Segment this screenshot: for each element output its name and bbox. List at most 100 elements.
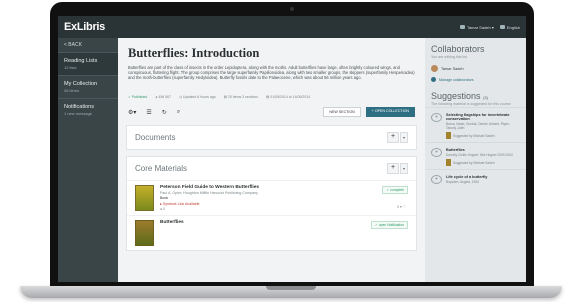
suggestions-count: (3) [483,95,488,100]
book-thumbnail [446,132,451,139]
suggested-by: Suggested by Michael Sadeh [446,132,520,139]
language-label: English [506,24,520,30]
section-core-materials: Core Materials + ▾ Peterson Field Guide … [126,156,417,251]
app-logo[interactable]: ExLibris [64,21,105,33]
suggestion-meta: Barua, Maan; Gurdak, Daniel; Ahmed, Riya… [446,122,510,130]
avatar [431,65,438,72]
sidebar-item-reading-lists[interactable]: Reading Lists 12 lists [58,52,118,75]
item-title[interactable]: Peterson Field Guide to Western Butterfl… [160,185,408,190]
section-title: Documents [135,133,176,142]
item-body: Peterson Field Guide to Western Butterfl… [160,185,408,211]
section-title: Core Materials [135,164,188,173]
sidebar-item-label: Reading Lists [64,58,98,64]
refresh-icon[interactable]: ↻ [162,109,167,116]
laptop-hinge [266,286,316,290]
topbar-right: Tamar Sadeh ▾ English [459,24,520,30]
main-content: Butterflies: Introduction Butterflies ar… [118,38,425,282]
list-view-icon[interactable]: ☰ [146,109,151,116]
sidebar-item-count: 12 lists [64,65,77,70]
title-area: Butterflies: Introduction Butterflies ar… [118,38,425,99]
link-icon: ⚭ [431,148,442,157]
meta-items: ▤ 20 items 3 sections [223,95,258,99]
book-cover [135,185,154,211]
list-meta: ✓ Published ● 456 567 ◷ Updated 6 hours … [128,95,415,99]
suggestion-item[interactable]: ⚭ Selecting flagships for invertebrate c… [425,107,526,142]
search-icon[interactable]: ⌕ [177,109,180,116]
laptop-screen: ExLibris Tamar Sadeh ▾ English < BACK Re… [58,16,526,282]
toolbar-icons: ⚙▾ ☰ ↻ ⌕ [128,109,180,116]
suggested-by: Suggested by Michael Sadeh [446,159,520,166]
list-item[interactable]: Peterson Field Guide to Western Butterfl… [127,180,416,215]
manage-collaborators-link[interactable]: Manage collaborators [425,74,526,85]
toolbar-buttons: NEW SECTION + OPEN COLLECTION [323,107,415,117]
page-title: Butterflies: Introduction [128,46,260,60]
add-control: + ▾ [387,163,408,174]
suggestion-body: Selecting flagships for invertebrate con… [446,113,520,139]
link-icon: ⚭ [431,175,442,184]
book-thumbnail [446,159,451,166]
add-button[interactable]: + [387,132,399,143]
status-badge: ✓ complete [382,186,408,194]
link-icon: ⚭ [431,113,442,122]
user-menu[interactable]: Tamar Sadeh ▾ [459,24,494,30]
manage-label: Manage collaborators [439,77,474,82]
list-description: Butterflies are part of the class of ins… [128,65,415,80]
sidebar-item-label: Notifications [64,104,94,110]
sidebar-item-my-collection[interactable]: My Collection 36 items [58,75,118,98]
sidebar-item-count: 36 items [64,88,80,93]
back-link[interactable]: < BACK [58,38,118,52]
collaborators-title: Collaborators [431,44,485,54]
status-published: ✓ Published [128,95,148,99]
status-badge: ✓ open Notification [370,221,408,229]
settings-icon[interactable]: ⚙▾ [128,109,136,116]
suggestions-title: Suggestions (3) [425,85,526,101]
people-icon [431,77,436,82]
suggestion-body: Butterflies Dorothy Childs Hogner; Nils … [446,148,520,166]
user-name: Tamar Sadeh ▾ [466,24,494,30]
item-actions[interactable]: 0 ▾ ♡ [397,205,406,209]
language-menu[interactable]: English [499,24,520,30]
list-toolbar: ⚙▾ ☰ ↻ ⌕ NEW SECTION + OPEN COLLECTION [118,105,425,119]
suggestion-title: Selecting flagships for invertebrate con… [446,113,510,121]
chevron-down-icon[interactable]: ▾ [400,132,408,143]
suggestion-item[interactable]: ⚭ Butterflies Dorothy Childs Hogner; Nil… [425,142,526,169]
collaborator-row[interactable]: Tamar Sadeh [425,60,526,74]
top-bar: ExLibris Tamar Sadeh ▾ English [58,16,526,38]
item-type: Book [160,196,169,200]
suggestion-body: Life cycle of a butterfly Boysden, Angel… [446,175,520,184]
item-link[interactable]: ▸ Symbols Link Available [160,202,408,206]
sidebar: < BACK Reading Lists 12 lists My Collect… [58,38,118,282]
meta-dates: ▤ 01/05/2014 to 14/06/2014 [266,95,311,99]
section-header: Documents + ▾ [127,126,416,149]
camera-dot [290,7,294,11]
chevron-down-icon[interactable]: ▾ [400,163,408,174]
list-item[interactable]: Butterflies ✓ open Notification [127,215,416,250]
sidebar-item-label: My Collection [64,81,98,87]
add-control: + ▾ [387,132,408,143]
suggestion-title: Butterflies [446,148,465,152]
section-header: Core Materials + ▾ [127,157,416,180]
suggestion-meta: Boysden, Angela, 1954 [446,180,479,184]
suggestion-title: Life cycle of a butterfly [446,175,488,179]
meta-updated: ◷ Updated 6 hours ago [179,95,216,99]
sidebar-item-count: 1 new message [64,111,93,116]
laptop-base [20,286,562,298]
item-author: Paul A. Opler; Houghton Mifflin Harcourt… [160,191,258,195]
new-section-button[interactable]: NEW SECTION [323,107,361,117]
collaborator-name: Tamar Sadeh [441,66,464,71]
item-views: ● 0 [160,207,165,211]
open-collection-button[interactable]: + OPEN COLLECTION [365,107,415,117]
sidebar-item-notifications[interactable]: Notifications 1 new message [58,98,118,121]
user-icon [459,25,465,29]
suggested-by-label: Suggested by Michael Sadeh [453,133,495,138]
suggestion-item[interactable]: ⚭ Life cycle of a butterfly Boysden, Ang… [425,169,526,187]
suggestion-meta: Dorothy Childs Hogner; Nils Hogner 2005 … [446,153,513,157]
flag-icon [499,25,505,29]
right-panel: Collaborators You are editing this list … [425,38,526,282]
book-cover [135,220,154,246]
suggestions-label: Suggestions [431,91,481,101]
suggested-by-label: Suggested by Michael Sadeh [453,160,495,165]
section-documents: Documents + ▾ [126,125,417,150]
meta-views: ● 456 567 [155,95,172,99]
add-button[interactable]: + [387,163,399,174]
